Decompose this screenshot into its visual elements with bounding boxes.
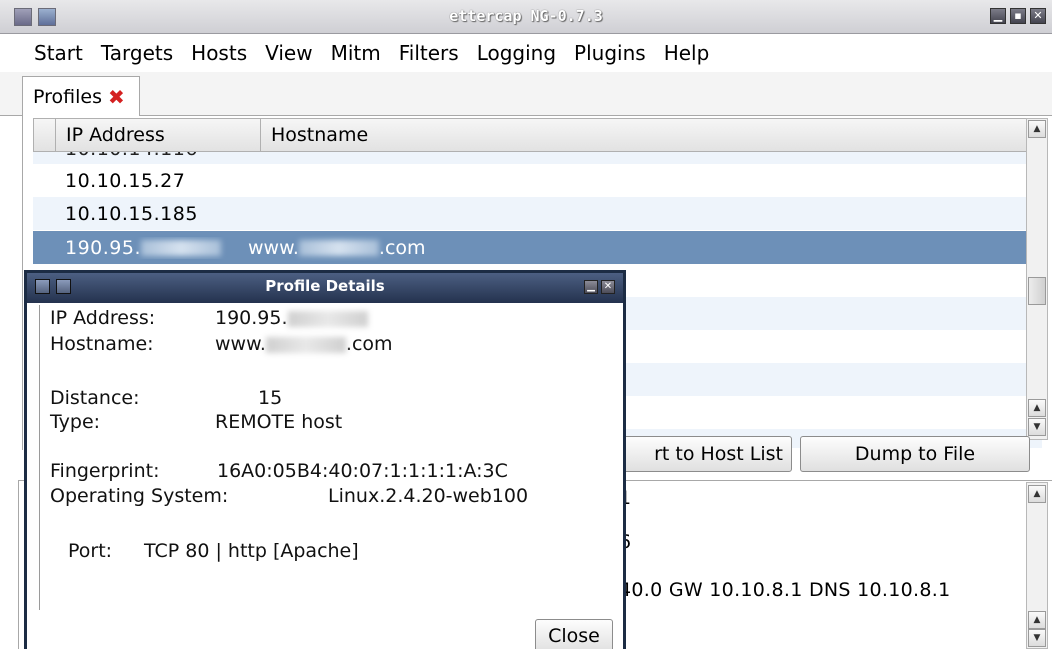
menu-plugins[interactable]: Plugins [574, 41, 646, 65]
type-value: REMOTE host [215, 411, 343, 433]
maximize-icon[interactable]: ▪ [1010, 8, 1026, 24]
close-window-icon[interactable]: ✕ [1030, 8, 1046, 24]
redacted-hostname [265, 336, 346, 353]
title-bar[interactable]: ettercap NG-0.7.3 ▁ ▪ ✕ [0, 0, 1052, 34]
fingerprint-value: 16A0:05B4:40:07:1:1:1:1:A:3C [217, 460, 508, 482]
row-ip: 190.95. [33, 237, 238, 259]
row-ip: 10.10.15.27 [65, 169, 186, 192]
type-label: Type: [50, 411, 101, 433]
scroll-down-icon[interactable]: ▼ [1028, 418, 1046, 436]
close-button[interactable]: Close [535, 619, 613, 649]
tab-profiles-label: Profiles [33, 86, 102, 108]
tab-strip: Profiles ✖ [0, 72, 1052, 117]
hostname-value: www. .com [215, 333, 393, 355]
close-window-icon[interactable]: ✕ [601, 280, 615, 294]
column-header-hostname[interactable]: Hostname [261, 119, 1041, 151]
port-value: TCP 80 | http [Apache] [144, 540, 359, 562]
profile-details-body: IP Address: 190.95. Hostname: www. .com D… [39, 305, 611, 610]
port-label: Port: [68, 540, 113, 562]
column-header-ip[interactable]: IP Address [56, 119, 261, 151]
menu-help[interactable]: Help [664, 41, 710, 65]
ip-address-value: 190.95. [215, 307, 368, 329]
window-title: ettercap NG-0.7.3 [449, 7, 603, 25]
log-scrollbar[interactable]: ▲ ▲ ▼ [1026, 482, 1048, 649]
tab-close-icon[interactable]: ✖ [108, 85, 125, 109]
profiles-scrollbar[interactable]: ▲ ▲ ▼ [1026, 118, 1048, 440]
window-controls: ▁ ▪ ✕ [990, 8, 1046, 24]
operating-system-label: Operating System: [50, 485, 229, 507]
hostname-label: Hostname: [50, 333, 154, 355]
menu-targets[interactable]: Targets [101, 41, 173, 65]
menu-filters[interactable]: Filters [399, 41, 459, 65]
distance-label: Distance: [50, 387, 140, 409]
redacted-ip [287, 310, 368, 327]
menu-mitm[interactable]: Mitm [331, 41, 381, 65]
redacted-hostname [298, 240, 379, 256]
scroll-up-icon[interactable]: ▲ [1028, 399, 1046, 417]
scroll-down-icon[interactable]: ▼ [1028, 629, 1046, 647]
scroll-up-icon[interactable]: ▲ [1028, 485, 1046, 503]
scroll-up-icon[interactable]: ▲ [1028, 611, 1046, 629]
profile-details-dialog: Profile Details ▁ ✕ IP Address: 190.95. … [24, 270, 626, 649]
operating-system-value: Linux.2.4.20-web100 [328, 485, 529, 507]
menu-view[interactable]: View [265, 41, 312, 65]
scroll-thumb[interactable] [1028, 277, 1046, 305]
scroll-up-icon[interactable]: ▲ [1028, 120, 1046, 138]
add-to-host-list-button[interactable]: rt to Host List [610, 436, 792, 472]
minimize-icon[interactable]: ▁ [990, 8, 1006, 24]
menu-bar: Start Targets Hosts View Mitm Filters Lo… [0, 35, 1052, 70]
main-window: ettercap NG-0.7.3 ▁ ▪ ✕ Start Targets Ho… [0, 0, 1052, 649]
log-line: 40.0 GW 10.10.8.1 DNS 10.10.8.1 [619, 579, 951, 601]
row-hostname: www. .com [248, 236, 426, 259]
redacted-ip [141, 240, 222, 256]
partial-row-ip: 10.10.14.116 [65, 152, 198, 160]
dialog-title-bar[interactable]: Profile Details ▁ ✕ [27, 273, 623, 303]
profiles-table-header: IP Address Hostname [33, 118, 1042, 152]
menu-hosts[interactable]: Hosts [191, 41, 247, 65]
ip-address-label: IP Address: [50, 307, 156, 329]
distance-value: 15 [258, 387, 283, 409]
table-row[interactable]: 10.10.15.185 [33, 197, 1042, 230]
dialog-window-controls: ▁ ✕ [584, 280, 615, 294]
dialog-title: Profile Details [265, 277, 385, 295]
table-row-selected[interactable]: 190.95. www. .com [33, 231, 1042, 264]
minimize-icon[interactable]: ▁ [584, 280, 598, 294]
column-selector[interactable] [34, 119, 56, 151]
tab-profiles[interactable]: Profiles ✖ [22, 76, 140, 117]
menu-start[interactable]: Start [34, 41, 83, 65]
menu-logging[interactable]: Logging [477, 41, 556, 65]
dump-to-file-button[interactable]: Dump to File [800, 436, 1030, 472]
table-row[interactable]: 10.10.15.27 [33, 164, 1042, 197]
row-ip: 10.10.15.185 [65, 202, 198, 225]
fingerprint-label: Fingerprint: [50, 460, 160, 482]
